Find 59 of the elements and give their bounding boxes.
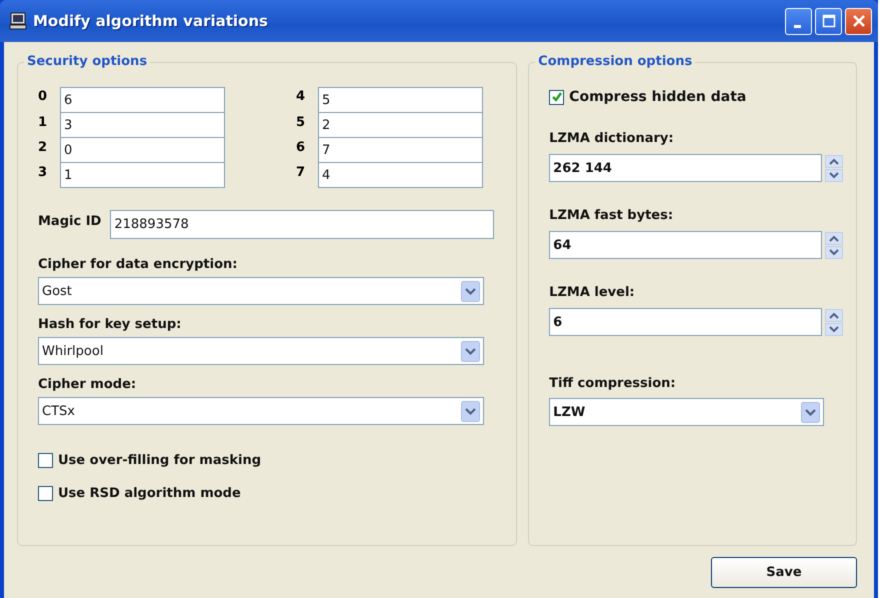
field-label: 1 bbox=[38, 114, 48, 130]
field-label: 0 bbox=[38, 88, 48, 104]
field-label: 3 bbox=[38, 164, 48, 180]
input-field[interactable]: 7 bbox=[318, 137, 483, 163]
chevron-down-icon bbox=[461, 340, 480, 362]
checkbox-label: Use RSD algorithm mode bbox=[58, 486, 241, 501]
field-label: 7 bbox=[296, 164, 306, 180]
save-button[interactable]: Save bbox=[711, 557, 857, 588]
maximize-icon bbox=[822, 14, 836, 28]
spin-up-icon[interactable] bbox=[825, 308, 844, 322]
field-label: Cipher mode: bbox=[38, 377, 138, 392]
field-label: Hash for key setup: bbox=[38, 317, 182, 332]
spin-down-icon[interactable] bbox=[825, 246, 844, 258]
input-field[interactable]: 2 bbox=[318, 112, 483, 138]
field-label: LZMA dictionary: bbox=[549, 131, 675, 146]
input-field[interactable]: 6 bbox=[60, 87, 225, 113]
dropdown[interactable]: CTSx bbox=[38, 397, 484, 425]
minimize-icon bbox=[794, 24, 800, 28]
field-label: LZMA level: bbox=[549, 285, 636, 300]
minimize-button[interactable] bbox=[785, 8, 812, 34]
chevron-down-icon bbox=[801, 402, 820, 422]
dropdown[interactable]: Whirlpool bbox=[38, 337, 484, 365]
close-button[interactable] bbox=[845, 8, 872, 34]
input-field[interactable]: 4 bbox=[318, 162, 483, 188]
spin-up-icon[interactable] bbox=[825, 154, 844, 168]
checkbox[interactable] bbox=[38, 486, 53, 501]
input-field[interactable]: 0 bbox=[60, 137, 225, 163]
checkbox[interactable] bbox=[38, 453, 53, 468]
dropdown[interactable]: LZW bbox=[549, 398, 824, 426]
spin-field[interactable]: 262 144 bbox=[549, 154, 822, 182]
maximize-button[interactable] bbox=[815, 8, 842, 34]
field-label: LZMA fast bytes: bbox=[549, 208, 674, 223]
spin-down-icon[interactable] bbox=[825, 168, 844, 182]
field-label: Tiff compression: bbox=[549, 376, 677, 391]
checkbox-label: Use over-filling for masking bbox=[58, 453, 261, 468]
computer-icon bbox=[9, 12, 27, 30]
input-field[interactable]: 1 bbox=[60, 162, 225, 188]
spin-field[interactable]: 64 bbox=[549, 231, 822, 259]
spin-field[interactable]: 6 bbox=[549, 308, 822, 336]
group-title: Compression options bbox=[535, 54, 696, 69]
input-field[interactable]: 218893578 bbox=[110, 210, 494, 239]
group-title: Security options bbox=[24, 54, 150, 69]
input-field[interactable]: 5 bbox=[318, 87, 483, 113]
spin-up-icon[interactable] bbox=[825, 232, 844, 244]
checkbox[interactable] bbox=[549, 90, 564, 104]
close-icon bbox=[852, 14, 866, 28]
field-label: Cipher for data encryption: bbox=[38, 257, 238, 272]
chevron-down-icon bbox=[461, 280, 480, 302]
window-title: Modify algorithm variations bbox=[33, 12, 269, 30]
field-label: 2 bbox=[38, 139, 48, 155]
field-label: 5 bbox=[296, 114, 306, 130]
field-label: 6 bbox=[296, 139, 306, 155]
field-label: 4 bbox=[296, 88, 306, 104]
checkbox-label: Compress hidden data bbox=[569, 89, 746, 105]
field-label: Magic ID bbox=[38, 213, 102, 229]
spin-down-icon[interactable] bbox=[825, 322, 844, 336]
dropdown[interactable]: Gost bbox=[38, 277, 484, 305]
input-field[interactable]: 3 bbox=[60, 112, 225, 138]
chevron-down-icon bbox=[461, 400, 480, 422]
